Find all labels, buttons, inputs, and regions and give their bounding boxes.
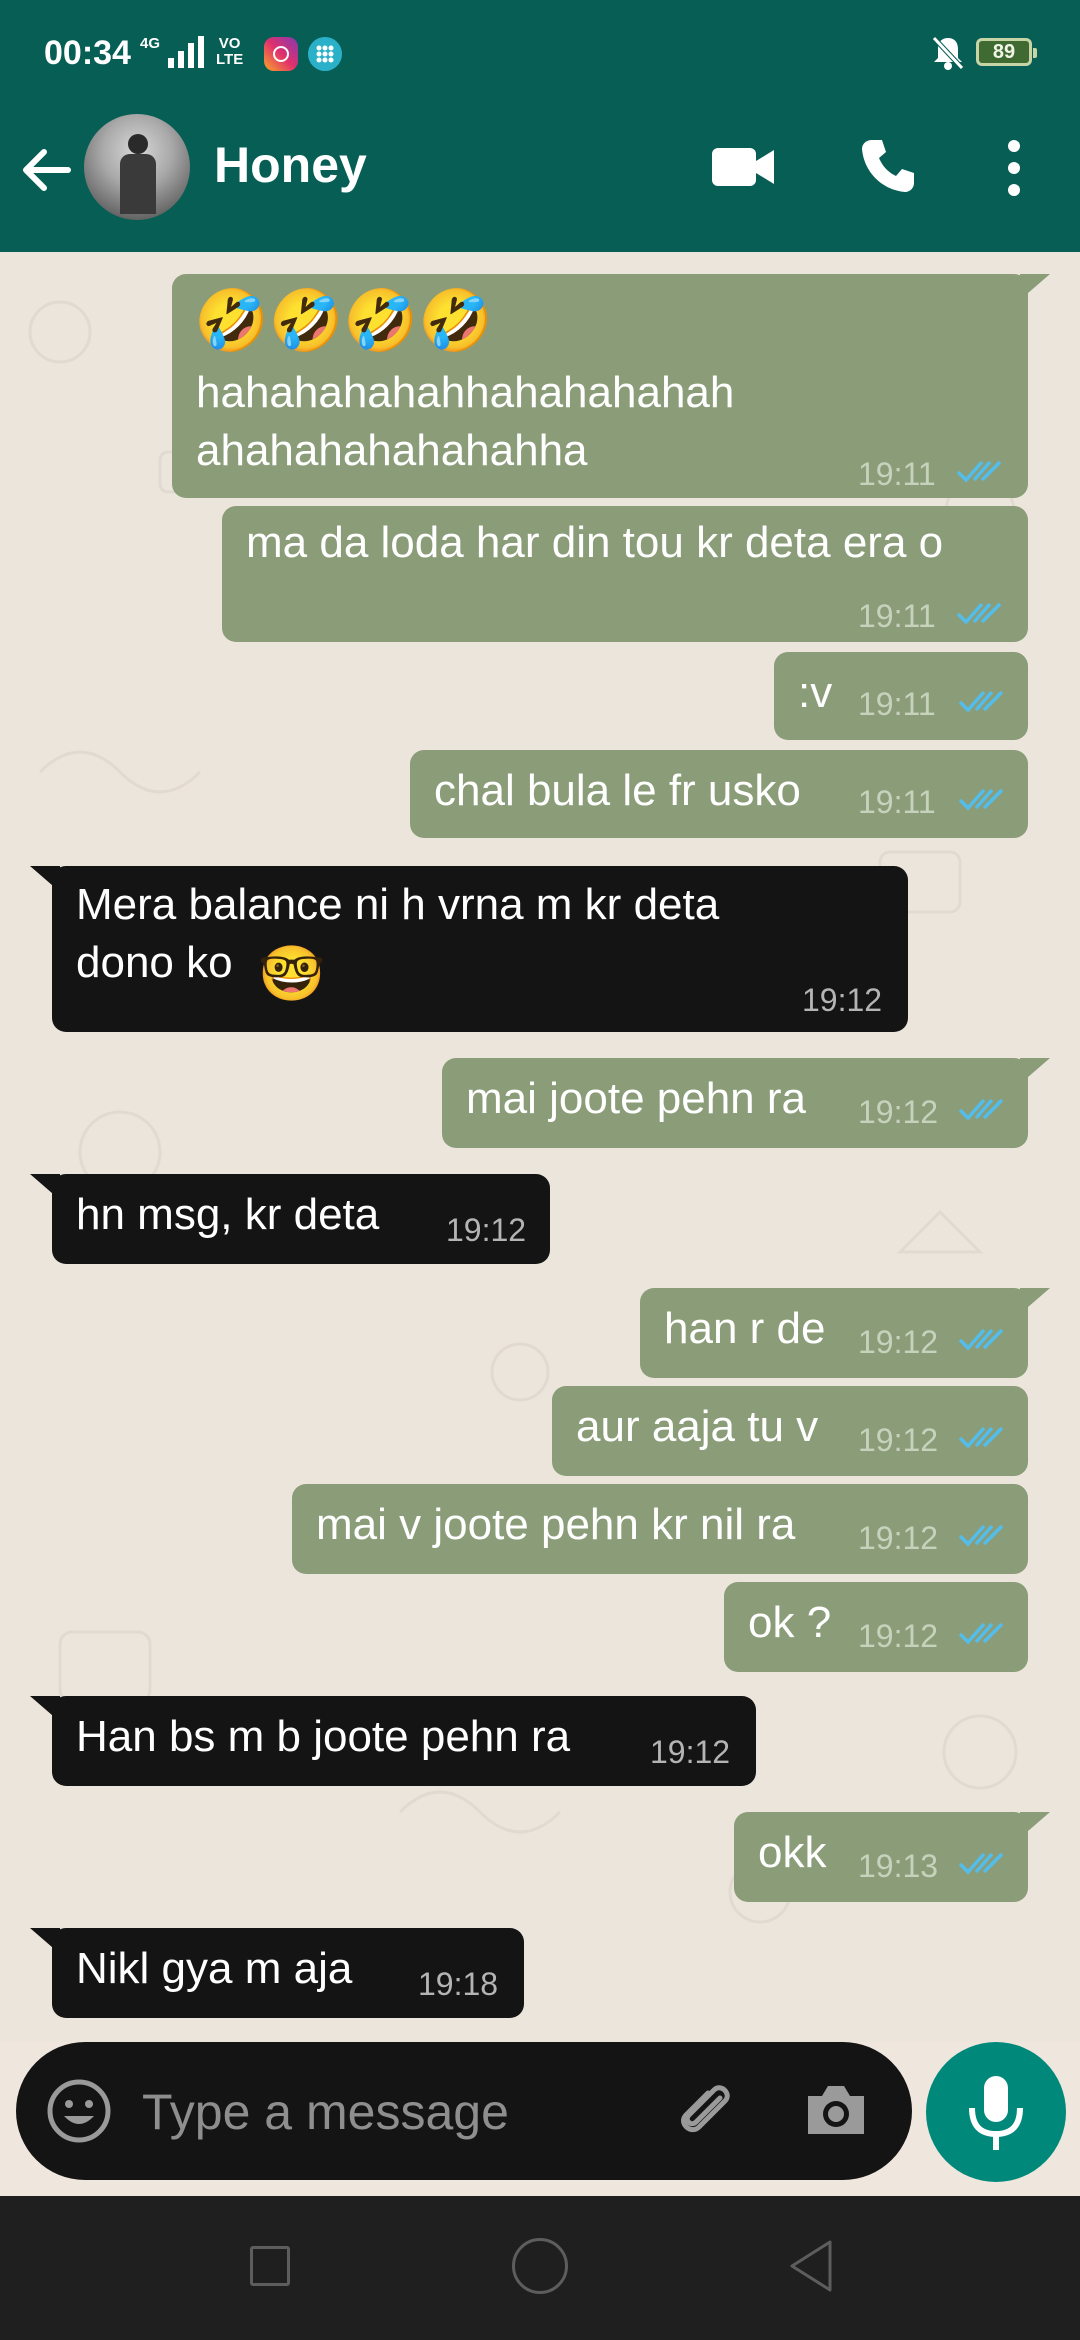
recents-button[interactable] bbox=[250, 2246, 290, 2286]
more-vert-icon[interactable] bbox=[996, 136, 1032, 200]
phone-icon[interactable] bbox=[858, 136, 918, 196]
message-time: 19:11 bbox=[858, 686, 936, 722]
message-list[interactable]: 🤣🤣🤣🤣 hahahahahahhahahahahah ahahahahahah… bbox=[0, 252, 1080, 2042]
message-time: 19:12 bbox=[802, 982, 883, 1018]
volte-top: VO bbox=[218, 35, 241, 52]
read-ticks-icon bbox=[958, 1622, 1004, 1645]
message-text: mai v joote pehn kr nil ra bbox=[316, 1500, 796, 1549]
message-time: 19:11 bbox=[858, 598, 936, 634]
message-text: aur aaja tu v bbox=[576, 1402, 819, 1451]
message-emoji: 🤣🤣🤣🤣 bbox=[194, 286, 493, 356]
read-ticks-icon bbox=[956, 602, 1002, 625]
battery-indicator: 89 bbox=[976, 38, 1037, 66]
avatar-body bbox=[120, 154, 156, 214]
message-outgoing[interactable]: okk 19:13 bbox=[734, 1812, 1050, 1902]
read-ticks-icon bbox=[958, 690, 1004, 713]
volte-indicator: VO LTE bbox=[216, 36, 243, 68]
status-bar: 00:34 4G VO LTE 89 bbox=[0, 0, 1080, 84]
message-outgoing[interactable]: 🤣🤣🤣🤣 hahahahahahhahahahahah ahahahahahah… bbox=[172, 274, 1050, 498]
message-time: 19:12 bbox=[858, 1094, 939, 1130]
message-text: hn msg, kr deta bbox=[76, 1190, 380, 1239]
video-call-icon[interactable] bbox=[710, 142, 776, 192]
chat-header: Honey bbox=[0, 84, 1080, 252]
home-button[interactable] bbox=[512, 2238, 568, 2294]
paperclip-icon[interactable] bbox=[672, 2076, 742, 2146]
message-text: han r de bbox=[664, 1304, 826, 1353]
message-incoming[interactable]: Han bs m b joote pehn ra 19:12 bbox=[30, 1696, 756, 1786]
message-text: Mera balance ni h vrna m kr deta dono ko bbox=[76, 880, 720, 987]
compose-bar bbox=[16, 2042, 912, 2180]
read-ticks-icon bbox=[958, 1328, 1004, 1351]
message-time: 19:12 bbox=[650, 1734, 731, 1770]
read-ticks-icon bbox=[958, 1524, 1004, 1547]
read-ticks-icon bbox=[958, 1426, 1004, 1449]
message-incoming[interactable]: Nikl gya m aja 19:18 bbox=[30, 1928, 524, 2018]
message-time: 19:12 bbox=[858, 1422, 939, 1458]
signal-bars-icon bbox=[168, 36, 204, 68]
message-outgoing[interactable]: han r de 19:12 bbox=[640, 1288, 1050, 1378]
mic-button[interactable] bbox=[926, 2042, 1066, 2182]
camera-icon[interactable] bbox=[804, 2080, 868, 2140]
message-text: hahahahahahhahahahahah ahahahahahahahha bbox=[196, 368, 735, 475]
read-ticks-icon bbox=[958, 1098, 1004, 1121]
message-outgoing[interactable]: :v 19:11 bbox=[774, 652, 1028, 740]
microphone-icon bbox=[969, 2076, 1023, 2150]
volte-bottom: LTE bbox=[216, 51, 244, 68]
message-outgoing[interactable]: ok ? 19:12 bbox=[724, 1582, 1028, 1672]
message-time: 19:18 bbox=[418, 1966, 499, 2002]
message-incoming[interactable]: Mera balance ni h vrna m kr deta dono ko… bbox=[30, 866, 908, 1032]
emoji-icon[interactable] bbox=[46, 2078, 112, 2144]
message-outgoing[interactable]: chal bula le fr usko 19:11 bbox=[410, 750, 1028, 838]
instagram-notification-icon bbox=[264, 37, 298, 71]
message-text: chal bula le fr usko bbox=[434, 766, 801, 815]
message-outgoing[interactable]: mai v joote pehn kr nil ra 19:12 bbox=[292, 1484, 1028, 1574]
message-outgoing[interactable]: ma da loda har din tou kr deta era o 19:… bbox=[222, 506, 1028, 642]
system-navigation-bar bbox=[0, 2196, 1080, 2340]
message-text: Nikl gya m aja bbox=[76, 1944, 353, 1993]
message-text: ma da loda har din tou kr deta era o bbox=[246, 518, 944, 567]
read-ticks-icon bbox=[958, 788, 1004, 811]
message-input[interactable] bbox=[140, 2068, 664, 2156]
message-emoji: 🤓 bbox=[258, 942, 326, 1005]
message-text: ok ? bbox=[748, 1598, 832, 1647]
message-outgoing[interactable]: aur aaja tu v 19:12 bbox=[552, 1386, 1028, 1476]
contact-name[interactable]: Honey bbox=[214, 136, 367, 194]
avatar-head bbox=[128, 134, 148, 154]
message-outgoing[interactable]: mai joote pehn ra 19:12 bbox=[442, 1058, 1050, 1148]
message-time: 19:13 bbox=[858, 1848, 939, 1884]
status-time: 00:34 bbox=[44, 34, 131, 72]
message-text: okk bbox=[758, 1828, 827, 1877]
message-text: Han bs m b joote pehn ra bbox=[76, 1712, 571, 1761]
network-type: 4G bbox=[140, 35, 161, 52]
message-time: 19:11 bbox=[858, 784, 936, 820]
contact-avatar[interactable] bbox=[84, 114, 190, 220]
message-text: :v bbox=[798, 668, 833, 717]
message-incoming[interactable]: hn msg, kr deta 19:12 bbox=[30, 1174, 550, 1264]
message-text: mai joote pehn ra bbox=[466, 1074, 806, 1123]
nav-back-icon[interactable] bbox=[786, 2238, 836, 2294]
app-notification-icon bbox=[308, 37, 342, 71]
message-time: 19:12 bbox=[446, 1212, 527, 1248]
message-time: 19:11 bbox=[858, 456, 936, 492]
mute-bell-icon bbox=[932, 36, 964, 70]
message-time: 19:12 bbox=[858, 1520, 939, 1556]
back-arrow-icon[interactable] bbox=[18, 142, 74, 198]
message-time: 19:12 bbox=[858, 1324, 939, 1360]
read-ticks-icon bbox=[958, 1852, 1004, 1875]
read-ticks-icon bbox=[956, 460, 1002, 483]
message-time: 19:12 bbox=[858, 1618, 939, 1654]
